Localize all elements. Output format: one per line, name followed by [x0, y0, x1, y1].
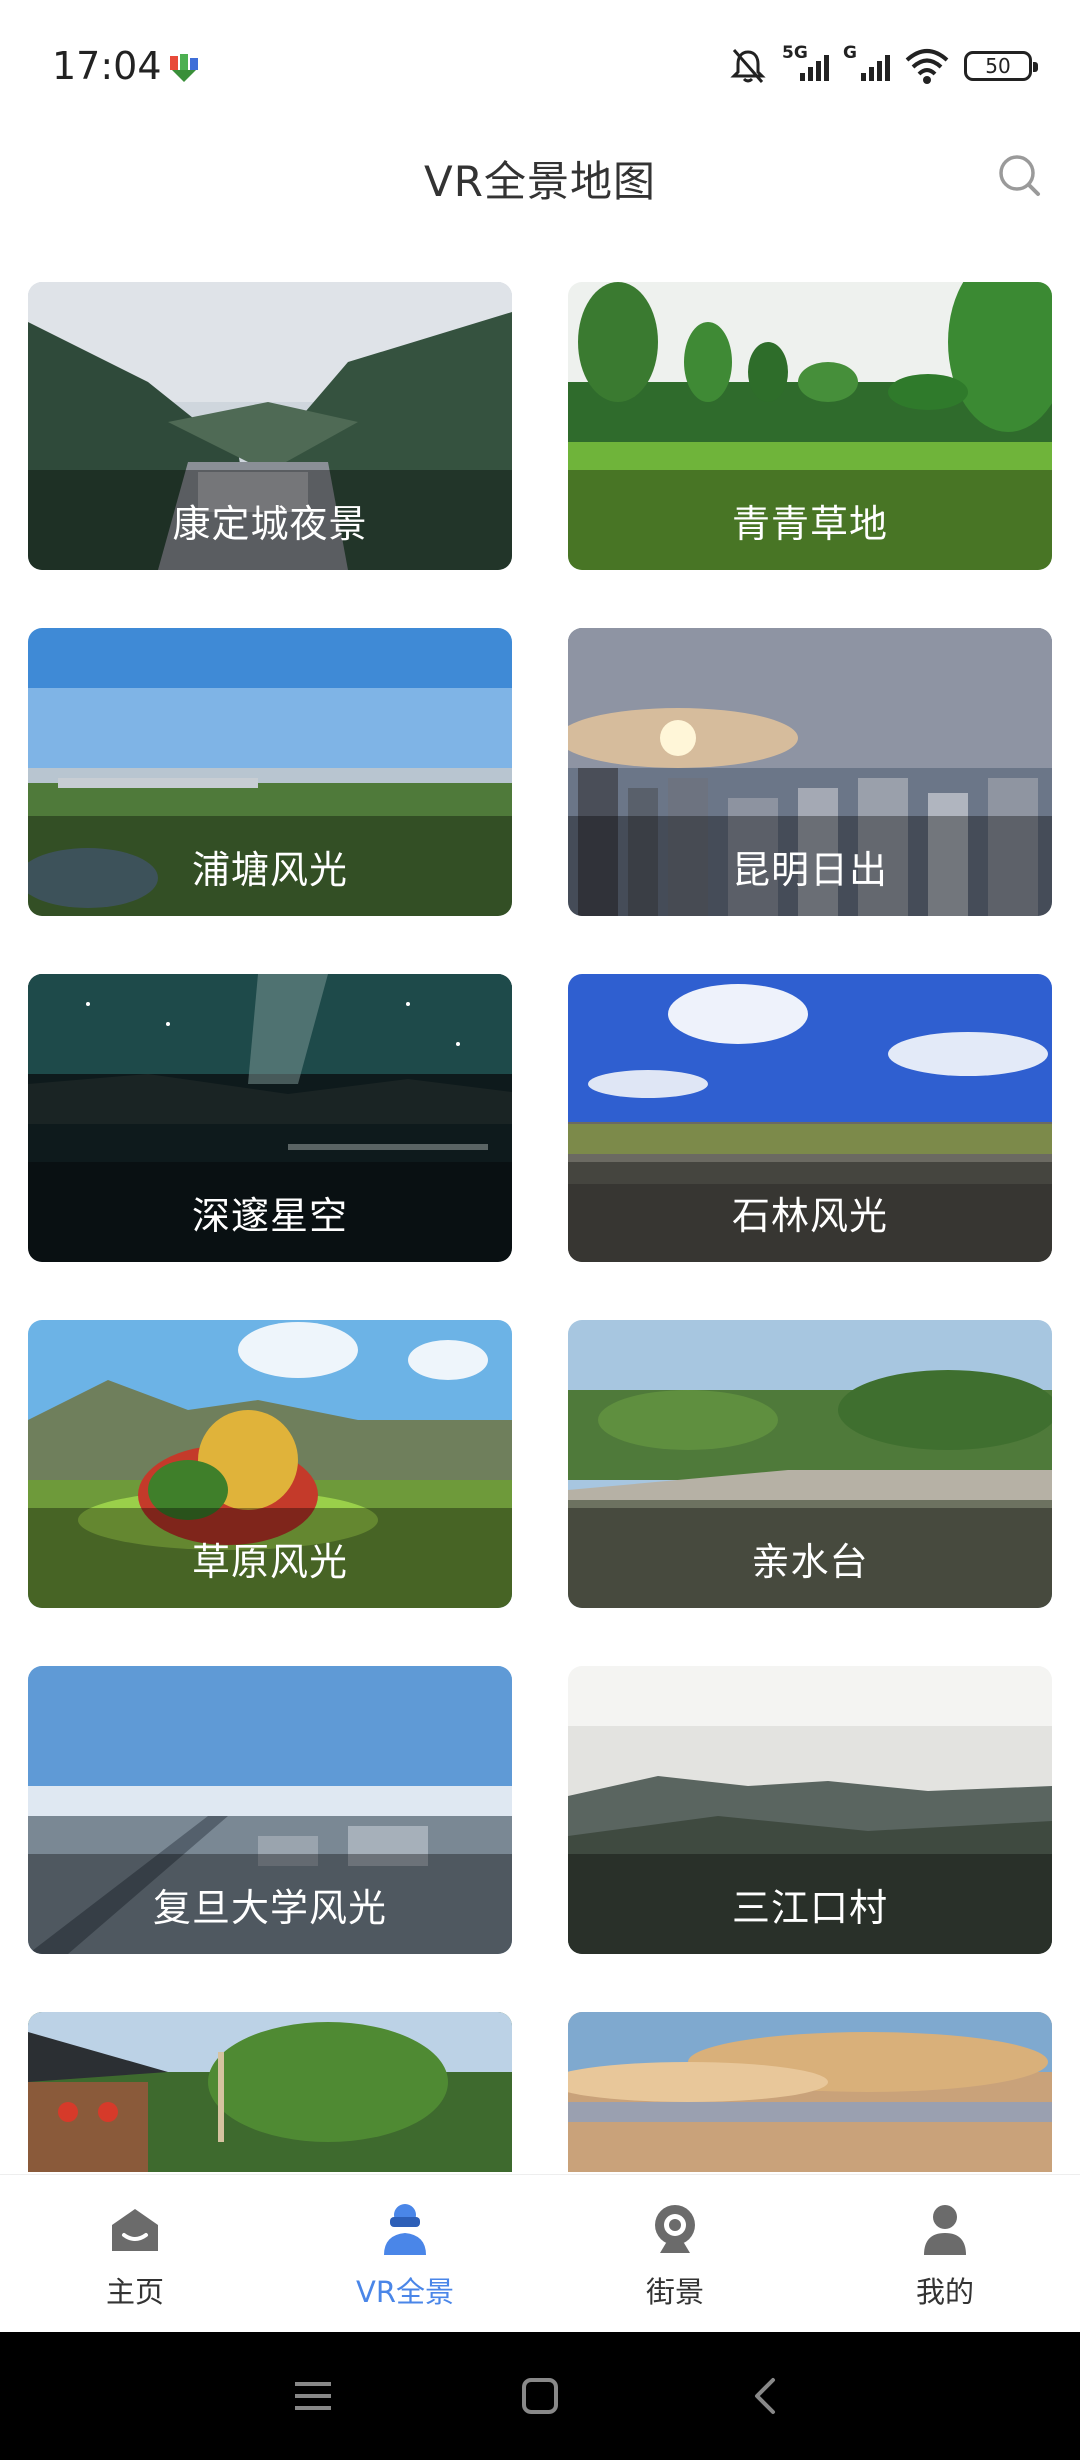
- tab-streetview[interactable]: 街景: [540, 2175, 810, 2332]
- battery-icon: 50: [964, 51, 1038, 81]
- tab-vr[interactable]: VR全景: [270, 2175, 540, 2332]
- panorama-card[interactable]: 复旦大学风光: [28, 1666, 512, 1954]
- tab-mine[interactable]: 我的: [810, 2175, 1080, 2332]
- status-bar: 17:04 5G G 50: [0, 0, 1080, 130]
- card-label: 青青草地: [568, 470, 1052, 570]
- card-label: 复旦大学风光: [28, 1854, 512, 1954]
- card-image: [28, 2012, 512, 2172]
- vr-icon: [384, 2204, 426, 2255]
- panorama-card[interactable]: 康定城夜景: [28, 282, 512, 570]
- card-label: 草原风光: [28, 1508, 512, 1608]
- signal-icon: 5G: [782, 43, 829, 81]
- page-title: VR全景地图: [424, 157, 656, 206]
- back-icon[interactable]: [743, 2372, 791, 2420]
- screen: 17:04 5G G 50 VR全景地图 康定城夜景 青青草地 浦塘风光 昆明日…: [0, 0, 1080, 2460]
- panorama-card[interactable]: 三江口村: [568, 1666, 1052, 1954]
- tab-streetview-label: 街景: [645, 2275, 704, 2309]
- status-time: 17:04: [52, 44, 162, 88]
- menu-icon[interactable]: [289, 2372, 337, 2420]
- card-label: 亲水台: [568, 1508, 1052, 1608]
- panorama-card[interactable]: 青青草地: [568, 282, 1052, 570]
- user-icon: [924, 2205, 966, 2255]
- card-label: 石林风光: [568, 1162, 1052, 1262]
- panorama-card[interactable]: [568, 2012, 1052, 2172]
- panorama-card[interactable]: [28, 2012, 512, 2172]
- panorama-card[interactable]: 深邃星空: [28, 974, 512, 1262]
- signal2-icon: G: [843, 43, 890, 81]
- home-icon: [112, 2209, 158, 2251]
- bell-muted-icon: [730, 49, 766, 83]
- card-label: 深邃星空: [28, 1162, 512, 1262]
- app-notification-icon: [170, 54, 198, 82]
- status-icons: 5G G 50: [728, 43, 1038, 88]
- panorama-card[interactable]: 石林风光: [568, 974, 1052, 1262]
- panorama-card[interactable]: 草原风光: [28, 1320, 512, 1608]
- camera-icon: [655, 2205, 695, 2253]
- tab-mine-label: 我的: [915, 2275, 974, 2309]
- card-image: [568, 2012, 1052, 2172]
- tab-home[interactable]: 主页: [0, 2175, 270, 2332]
- search-icon[interactable]: [996, 152, 1042, 198]
- tab-vr-label: VR全景: [356, 2275, 454, 2309]
- card-label: 昆明日出: [568, 816, 1052, 916]
- wifi-icon: [905, 49, 949, 84]
- panorama-card[interactable]: 昆明日出: [568, 628, 1052, 916]
- signal2-label: G: [843, 43, 857, 63]
- card-label: 三江口村: [568, 1854, 1052, 1954]
- panorama-card[interactable]: 浦塘风光: [28, 628, 512, 916]
- system-navigation-bar: [0, 2332, 1080, 2460]
- panorama-grid: 康定城夜景 青青草地 浦塘风光 昆明日出 深邃星空 石林风光 草原风光 亲水台 …: [28, 282, 1052, 2172]
- tab-home-label: 主页: [105, 2275, 164, 2309]
- bottom-tab-bar: 主页 VR全景 街景 我的: [0, 2174, 1080, 2332]
- card-label: 康定城夜景: [28, 470, 512, 570]
- signal1-label: 5G: [782, 43, 808, 63]
- card-label: 浦塘风光: [28, 816, 512, 916]
- panorama-card[interactable]: 亲水台: [568, 1320, 1052, 1608]
- home-square-icon[interactable]: [516, 2372, 564, 2420]
